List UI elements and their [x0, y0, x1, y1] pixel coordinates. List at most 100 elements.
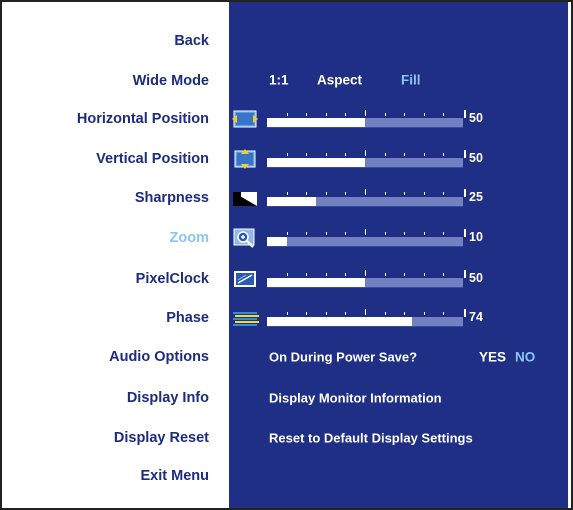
slider-tick	[365, 270, 366, 276]
menu-item-wide-mode[interactable]: Wide Mode	[133, 73, 209, 89]
slider-tick	[424, 312, 425, 315]
slider-tick	[345, 192, 346, 195]
zoom-fill	[267, 237, 287, 246]
slider-tick	[443, 232, 444, 235]
slider-tick	[326, 232, 327, 235]
menu-item-horizontal-position[interactable]: Horizontal Position	[77, 111, 209, 127]
phase-fill	[267, 317, 412, 326]
slider-end-mark	[464, 110, 466, 118]
slider-end-mark	[464, 150, 466, 158]
horizontal-position-fill	[267, 118, 365, 127]
slider-tick	[385, 153, 386, 156]
audio-power-save-label: On During Power Save?	[269, 349, 418, 365]
slider-tick	[345, 232, 346, 235]
pixel-clock-value: 50	[469, 271, 483, 285]
slider-tick	[404, 153, 405, 156]
slider-tick	[404, 312, 405, 315]
slider-tick	[306, 113, 307, 116]
zoom-value: 10	[469, 230, 483, 244]
zoom-track	[267, 237, 463, 247]
slider-tick	[443, 153, 444, 156]
menu-item-audio-options[interactable]: Audio Options	[109, 349, 209, 365]
slider-row-pixel-clock: 50	[229, 269, 568, 289]
menu-item-phase[interactable]: Phase	[166, 310, 209, 326]
audio-option-yes[interactable]: YES	[479, 350, 506, 365]
slider-end-mark	[464, 270, 466, 278]
slider-end-mark	[464, 189, 466, 197]
slider-tick	[287, 113, 288, 116]
wide-mode-option-aspect[interactable]: Aspect	[317, 73, 362, 88]
sharpness-icon	[233, 192, 257, 206]
sharpness-value: 25	[469, 190, 483, 204]
slider-tick	[443, 273, 444, 276]
slider-tick	[385, 232, 386, 235]
slider-tick	[404, 273, 405, 276]
pixel-clock-slider[interactable]	[267, 270, 466, 288]
settings-panel: 1:1 Aspect Fill 50 50 25 10 50 74 On Dur…	[229, 2, 568, 508]
slider-tick	[306, 153, 307, 156]
slider-end-mark	[464, 229, 466, 237]
slider-tick	[326, 192, 327, 195]
sharpness-fill	[267, 197, 316, 206]
phase-slider[interactable]	[267, 309, 466, 327]
slider-row-phase: 74	[229, 308, 568, 328]
zoom-slider[interactable]	[267, 229, 466, 247]
menu-item-back[interactable]: Back	[174, 33, 209, 49]
wide-mode-option-1-1[interactable]: 1:1	[269, 73, 289, 88]
menu-item-display-info[interactable]: Display Info	[127, 390, 209, 406]
slider-tick	[424, 113, 425, 116]
slider-end-mark	[464, 309, 466, 317]
slider-tick	[306, 273, 307, 276]
slider-tick	[424, 232, 425, 235]
slider-row-horizontal-position: 50	[229, 109, 568, 129]
display-info-text[interactable]: Display Monitor Information	[269, 391, 442, 406]
slider-tick	[404, 192, 405, 195]
slider-tick	[404, 232, 405, 235]
phase-icon	[233, 312, 259, 326]
slider-tick	[365, 110, 366, 116]
display-reset-text[interactable]: Reset to Default Display Settings	[269, 431, 473, 446]
zoom-icon	[233, 228, 255, 248]
slider-row-sharpness: 25	[229, 188, 568, 208]
slider-tick	[443, 192, 444, 195]
menu-item-display-reset[interactable]: Display Reset	[114, 430, 209, 446]
slider-tick	[365, 309, 366, 315]
horizontal-position-slider[interactable]	[267, 110, 466, 128]
slider-row-vertical-position: 50	[229, 149, 568, 169]
slider-tick	[424, 192, 425, 195]
slider-tick	[404, 113, 405, 116]
slider-tick	[345, 113, 346, 116]
sharpness-slider[interactable]	[267, 189, 466, 207]
slider-tick	[287, 312, 288, 315]
menu-item-sharpness[interactable]: Sharpness	[135, 190, 209, 206]
slider-tick	[287, 192, 288, 195]
slider-tick	[287, 273, 288, 276]
slider-tick	[306, 312, 307, 315]
pixel-clock-fill	[267, 278, 365, 287]
slider-tick	[365, 189, 366, 195]
horizontal-position-icon	[232, 110, 258, 128]
menu-item-exit-menu[interactable]: Exit Menu	[141, 468, 209, 484]
menu-item-vertical-position[interactable]: Vertical Position	[96, 151, 209, 167]
slider-tick	[306, 232, 307, 235]
menu-item-pixel-clock[interactable]: PixelClock	[136, 271, 209, 287]
vertical-position-value: 50	[469, 151, 483, 165]
slider-tick	[424, 273, 425, 276]
slider-tick	[443, 113, 444, 116]
audio-option-no[interactable]: NO	[515, 350, 535, 365]
slider-tick	[287, 232, 288, 235]
slider-tick	[424, 153, 425, 156]
slider-tick	[326, 153, 327, 156]
slider-tick	[326, 312, 327, 315]
menu-item-zoom[interactable]: Zoom	[170, 230, 209, 246]
slider-tick	[443, 312, 444, 315]
slider-row-zoom: 10	[229, 228, 568, 248]
slider-tick	[326, 113, 327, 116]
slider-tick	[287, 153, 288, 156]
slider-tick	[365, 150, 366, 156]
vertical-position-slider[interactable]	[267, 150, 466, 168]
slider-tick	[306, 192, 307, 195]
wide-mode-option-fill[interactable]: Fill	[401, 73, 421, 88]
slider-tick	[385, 273, 386, 276]
pixel-clock-icon	[234, 271, 256, 287]
